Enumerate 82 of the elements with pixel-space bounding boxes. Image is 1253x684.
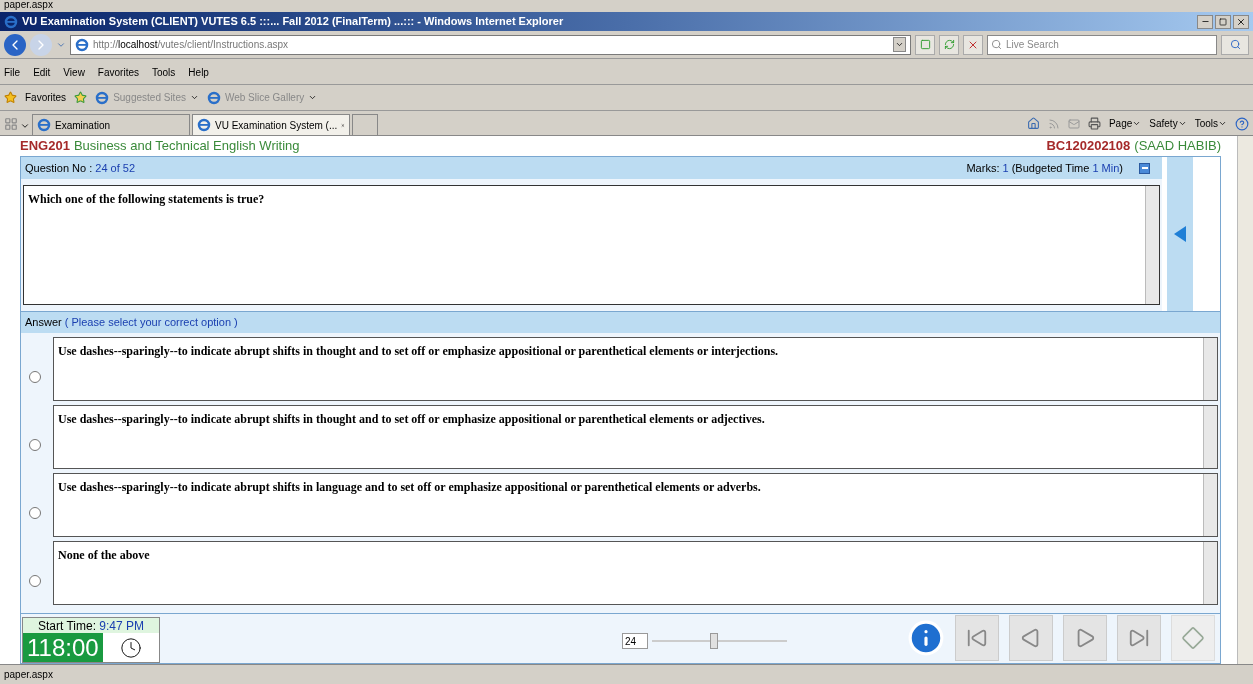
last-question-button[interactable] <box>1117 615 1161 661</box>
scrollbar[interactable] <box>1203 542 1217 604</box>
menu-item[interactable]: Edit <box>33 65 51 80</box>
side-panel-toggle[interactable] <box>1167 157 1193 311</box>
option-radio[interactable] <box>29 439 41 451</box>
menu-item[interactable]: View <box>63 65 85 80</box>
browser-tab[interactable]: Examination <box>32 114 190 135</box>
answer-label: Answer ( Please select your correct option ) <box>25 315 238 331</box>
compatibility-icon[interactable] <box>915 34 935 55</box>
search-field[interactable]: Live Search <box>987 34 1217 55</box>
menu-item[interactable]: Help <box>188 65 209 80</box>
finish-button[interactable] <box>1171 615 1215 661</box>
favorites-star-icon[interactable] <box>4 91 17 104</box>
favorites-label[interactable]: Favorites <box>25 90 67 105</box>
address-field[interactable]: http://localhost/vutes/client/Instructions.aspx <box>70 34 911 55</box>
browser-logo-icon <box>95 90 110 105</box>
next-question-button[interactable] <box>1063 615 1107 661</box>
mail-icon[interactable] <box>1067 117 1080 130</box>
scrollbar[interactable] <box>1203 406 1217 468</box>
command-menu[interactable]: Page <box>1108 116 1142 131</box>
search-icon <box>991 38 1002 50</box>
first-question-button[interactable] <box>955 615 999 661</box>
first-icon[interactable] <box>966 627 988 649</box>
marks-text: Marks: 1 (Budgeted Time 1 Min) <box>966 160 1123 176</box>
course-code: ENG201 <box>20 137 70 156</box>
browser-tab[interactable]: VU Examination System (... <box>192 114 350 135</box>
scrollbar[interactable] <box>1203 338 1217 400</box>
question-text: Which one of the following statements is true? <box>27 191 266 208</box>
status-text: paper.aspx <box>4 668 53 682</box>
scrollbar[interactable] <box>1203 474 1217 536</box>
option-text-box: Use dashes--sparingly--to indicate abrupt shifts in thought and to set off or emphasize appositional or parenthetical elements or adjectives. <box>53 405 1218 469</box>
help-icon[interactable] <box>1235 116 1249 131</box>
browser-logo-icon <box>37 118 51 132</box>
tab-list-caret-icon[interactable] <box>20 121 30 131</box>
question-number-label: Question No : 24 of 52 <box>25 160 136 176</box>
search-icon[interactable] <box>1229 39 1241 50</box>
option-radio[interactable] <box>29 371 41 383</box>
collapse-button[interactable] <box>1139 162 1150 174</box>
menu-item[interactable]: File <box>4 65 21 80</box>
window-title: VU Examination System (CLIENT) VUTES 6.5 :::... Fall 2012 (FinalTerm) ...::: - Windows Internet Explorer <box>22 14 564 30</box>
left-triangle-icon[interactable] <box>1174 226 1186 242</box>
student-name: (SAAD HABIB) <box>1134 137 1221 156</box>
caret-icon[interactable] <box>1177 119 1187 128</box>
page-scrollbar[interactable] <box>1237 136 1253 664</box>
add-favorite-icon[interactable] <box>74 91 88 104</box>
clock-icon <box>119 636 142 659</box>
countdown-timer: 118:00 <box>23 633 103 662</box>
option-text-box: Use dashes--sparingly--to indicate abrupt shifts in language and to set off or emphasize appositional or parenthetical elements or adverbs. <box>53 473 1218 537</box>
option-radio[interactable] <box>29 575 41 587</box>
course-name: Business and Technical English Writing <box>73 137 300 156</box>
print-icon[interactable] <box>1087 117 1101 130</box>
feeds-icon[interactable] <box>1047 117 1060 130</box>
start-time-label: Start Time: 9:47 PM <box>37 617 145 635</box>
option-text-box: Use dashes--sparingly--to indicate abrupt shifts in thought and to set off or emphasize appositional or parenthetical elements or interjections. <box>53 337 1218 401</box>
refresh-icon[interactable] <box>939 34 959 55</box>
previous-question-button[interactable] <box>1009 615 1053 661</box>
stop-icon[interactable] <box>963 34 983 55</box>
browser-logo-icon <box>75 37 89 52</box>
caret-icon[interactable] <box>308 93 318 102</box>
background-status-text: paper.aspx <box>4 0 53 10</box>
search-button[interactable] <box>1221 34 1249 55</box>
scrollbar[interactable] <box>1145 186 1159 304</box>
caret-icon[interactable] <box>1132 119 1142 128</box>
command-menu[interactable]: Safety <box>1149 116 1187 131</box>
caret-icon[interactable] <box>189 93 199 102</box>
student-id: BC120202108 <box>1046 137 1131 156</box>
menu-item[interactable]: Favorites <box>97 65 139 80</box>
url-text: http://localhost/vutes/client/Instructions.aspx <box>93 38 289 52</box>
browser-logo-icon <box>197 118 211 132</box>
browser-logo-icon <box>4 14 18 29</box>
slider-thumb[interactable] <box>710 633 719 649</box>
browser-logo-icon <box>206 90 221 105</box>
home-icon[interactable] <box>1026 117 1040 130</box>
caret-icon[interactable] <box>1218 119 1227 128</box>
menu-item[interactable]: Tools <box>152 65 176 80</box>
restore-icon[interactable] <box>1219 17 1227 26</box>
last-icon[interactable] <box>1128 627 1150 649</box>
option-text-box: None of the above <box>53 541 1218 605</box>
question-jump-field[interactable]: 24 <box>622 633 648 649</box>
command-menu[interactable]: Tools <box>1194 116 1227 131</box>
option-radio[interactable] <box>29 507 41 519</box>
info-icon[interactable] <box>907 619 945 657</box>
